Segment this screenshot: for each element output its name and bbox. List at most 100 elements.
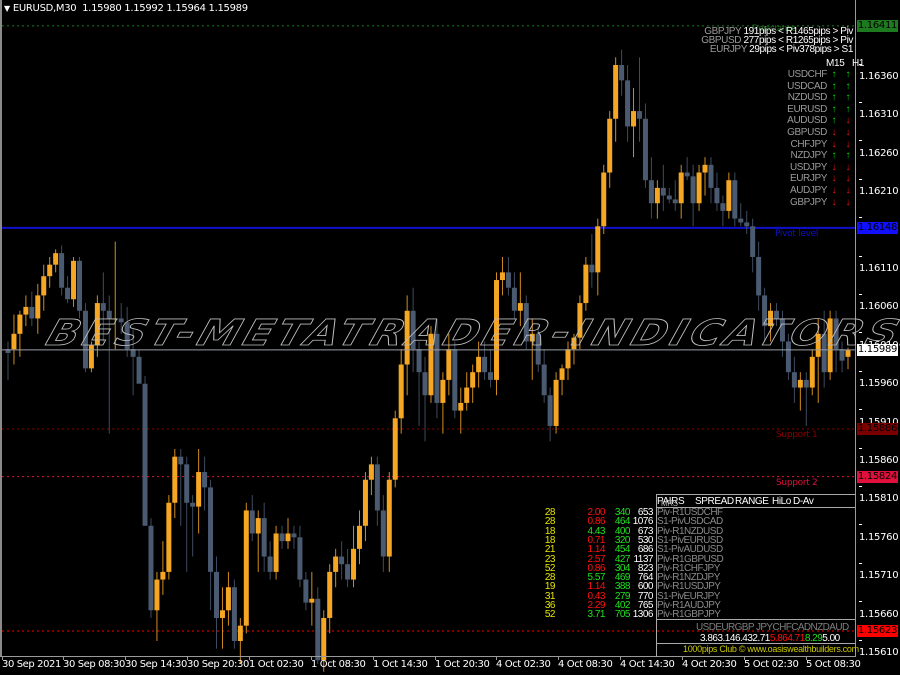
pips-text: 29pips < Piv378pips > S1 — [749, 44, 853, 55]
price-axis-label: 1.15860 — [857, 443, 900, 467]
trend-row: CHFJPY ↓ ↓ — [780, 138, 860, 150]
candle-body — [35, 295, 41, 319]
candle-body — [172, 456, 178, 503]
pips-row: EURJPY 29pips < Piv378pips > S1 — [701, 44, 853, 55]
candle-body — [47, 264, 53, 277]
header-hilo: HiLo — [772, 496, 791, 507]
candle-body — [791, 372, 797, 388]
candle-body — [261, 518, 267, 557]
candle-body — [303, 579, 309, 603]
candle-body — [368, 464, 374, 480]
arrow-up-icon: ↑ — [845, 80, 851, 92]
header-range: RANGE — [735, 496, 769, 507]
trend-row: EURUSD ↑ ↑ — [780, 103, 860, 115]
support2-price-tag: 1.15824 — [857, 470, 898, 483]
footer-credit[interactable]: 1000pips Club © www.oasiswealthbuilders.… — [683, 644, 859, 654]
watermark-text: BEST-METATRADER-INDICATORS.COM — [41, 312, 900, 355]
currency-strength-value: 3.86 — [700, 633, 718, 644]
candle-body — [17, 314, 23, 334]
candle-body — [642, 118, 648, 181]
arrow-down-icon: ↓ — [831, 127, 837, 138]
candle-body — [374, 464, 380, 511]
candle-body — [392, 418, 398, 480]
m15-header: M15 — [826, 58, 845, 69]
candle-body — [726, 180, 732, 211]
arrow-down-icon: ↓ — [845, 173, 851, 185]
candle-body — [178, 456, 184, 465]
candle-body — [488, 372, 494, 380]
candle-body — [583, 264, 589, 304]
arrow-up-icon: ↑ — [831, 92, 837, 104]
candle-body — [809, 356, 815, 388]
trend-pair: CHFJPY — [790, 138, 828, 150]
cell-spread: 52 — [544, 609, 556, 621]
candle-body — [309, 598, 315, 603]
candle-body — [601, 172, 607, 227]
arrow-down-icon: ↓ — [845, 138, 851, 150]
arrow-down-icon: ↓ — [831, 161, 837, 173]
trend-pair: EURUSD — [787, 103, 827, 115]
arrow-down-icon: ↓ — [831, 185, 837, 196]
candle-body — [756, 257, 762, 296]
arrow-up-icon: ↑ — [845, 92, 851, 104]
candle-body — [696, 172, 702, 204]
time-axis-label: 5 Oct 08:30 — [806, 659, 861, 670]
candle-body — [231, 587, 237, 641]
candle-body — [154, 579, 160, 611]
candle-body — [511, 287, 517, 311]
candle-body — [398, 364, 404, 419]
price-axis-label: 1.16060 — [857, 289, 900, 313]
candle-body — [607, 118, 613, 173]
time-axis-label: 30 Sep 14:30 — [125, 659, 187, 670]
candle-body — [321, 617, 327, 661]
trend-pair: USDCHF — [787, 69, 828, 80]
candle-body — [59, 253, 65, 288]
time-axis-label: 1 Oct 20:30 — [435, 659, 490, 670]
candle-body — [595, 226, 601, 273]
candle-body — [499, 272, 505, 281]
trend-row: GBPJPY ↓ ↓ — [780, 196, 860, 208]
trend-pair: USDCAD — [787, 80, 827, 92]
trend-pair: USDJPY — [789, 161, 827, 173]
candle-body — [65, 287, 71, 300]
price-axis-label: 1.15660 — [857, 597, 900, 621]
trend-headers: M15 H1 — [826, 58, 886, 69]
candle-body — [23, 306, 29, 315]
candle-body — [291, 533, 297, 538]
candle-body — [380, 510, 386, 557]
candle-body — [351, 548, 357, 580]
cell-dav: 1306 — [632, 609, 654, 621]
candle-body — [744, 222, 750, 227]
candle-body — [470, 372, 476, 388]
time-axis-label: 30 Sep 08:30 — [63, 659, 125, 670]
candle-body — [53, 253, 59, 265]
trend-row: AUDJPY ↓ ↓ — [780, 186, 860, 196]
candle-body — [505, 272, 511, 288]
trend-pair: GBPJPY — [789, 196, 827, 208]
currency-strength-value: 2.71 — [752, 633, 770, 644]
arrow-up-icon: ↑ — [831, 69, 837, 80]
cell-hilo: 705 — [614, 609, 631, 621]
candle-body — [440, 379, 446, 403]
candle-body — [750, 226, 756, 257]
time-axis-label: 4 Oct 08:30 — [558, 659, 613, 670]
candle-body — [237, 625, 243, 641]
bid-price-tag: 1.15989 — [857, 343, 898, 356]
candle-body — [202, 472, 208, 488]
trend-pair: NZDJPY — [790, 150, 828, 162]
candle-body — [446, 349, 452, 380]
time-axis-label: 30 Sep 2021 — [2, 659, 61, 670]
collapse-triangle-icon[interactable]: ▼ — [4, 4, 10, 13]
candle-body — [273, 533, 279, 572]
arrow-down-icon: ↓ — [845, 196, 851, 208]
candle-body — [619, 65, 625, 81]
currency-strength-header: USDEURGBP JPYCHFCADNZDAUD — [696, 622, 849, 633]
candle-body — [249, 510, 255, 534]
arrow-down-icon: ↓ — [845, 127, 851, 138]
arrow-up-icon: ↑ — [831, 80, 837, 92]
candle-body — [190, 502, 196, 507]
currency-strength-value: 4.71 — [787, 633, 805, 644]
candle-body — [464, 387, 470, 403]
price-axis-label: 1.16260 — [857, 136, 900, 160]
candle-body — [678, 172, 684, 204]
